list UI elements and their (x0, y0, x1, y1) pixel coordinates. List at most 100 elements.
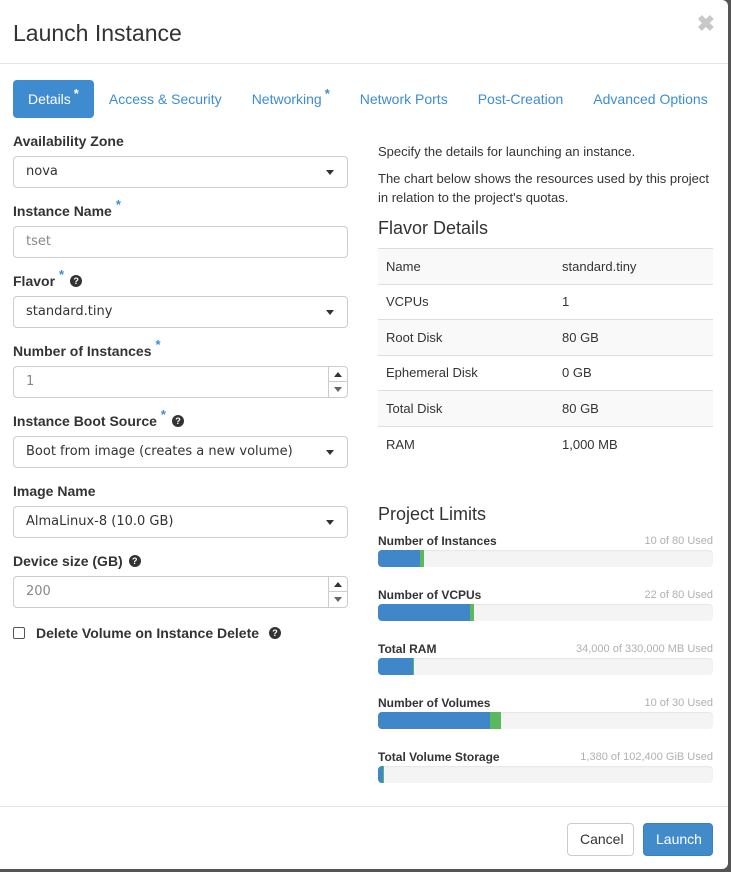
number-spinner (328, 367, 347, 397)
device-size-label: Device size (GB) ? (13, 550, 348, 572)
limit-progress-bar (378, 765, 713, 783)
flavor-value: 1 (562, 294, 570, 310)
decrement-button[interactable] (329, 382, 347, 397)
image-name-label: Image Name (13, 480, 348, 502)
close-icon[interactable]: ✖ (697, 12, 715, 36)
increment-button[interactable] (329, 367, 347, 382)
flavor-details-table: Name standard.tiny VCPUs 1 Root Disk 80 GB Eph… (378, 248, 713, 462)
cancel-button[interactable]: Cancel (567, 823, 634, 856)
limit-used-text: 10 of 80 Used (644, 534, 714, 547)
instance-name-input[interactable]: tset (13, 226, 348, 258)
boot-source-label: Instance Boot Source * ? (13, 407, 348, 432)
device-size-input[interactable]: 200 (13, 576, 348, 608)
required-asterisk: * (59, 267, 65, 282)
limit-used-segment (378, 603, 471, 621)
tab-details[interactable]: Details * (13, 80, 94, 118)
tab-post-creation[interactable]: Post-Creation (463, 80, 579, 118)
limit-used-text: 22 of 80 Used (644, 588, 714, 601)
boot-source-select[interactable]: Boot from image (creates a new volume) (13, 436, 348, 468)
tab-label: Post-Creation (477, 91, 564, 107)
select-value: AlmaLinux-8 (10.0 GB) (26, 514, 174, 529)
availability-zone-label: Availability Zone (13, 130, 348, 152)
flavor-key: VCPUs (386, 294, 429, 310)
decrement-button[interactable] (329, 592, 347, 607)
tab-label: Advanced Options (593, 91, 708, 107)
flavor-row: VCPUs 1 (378, 284, 713, 320)
image-name-group: Image Name AlmaLinux-8 (10.0 GB) (13, 480, 348, 538)
tab-advanced-options[interactable]: Advanced Options (578, 80, 722, 118)
delete-volume-label: Delete Volume on Instance Delete (36, 625, 260, 641)
flavor-key: Total Disk (386, 400, 443, 416)
question-circle-icon[interactable]: ? (171, 415, 184, 427)
flavor-value: 1,000 MB (562, 436, 618, 452)
tab-label: Access & Security (108, 91, 222, 107)
limit-used-segment (378, 657, 413, 675)
limit-header: Total RAM 34,000 of 330,000 MB Used (378, 641, 713, 657)
flavor-row: Name standard.tiny (378, 248, 713, 284)
delete-volume-checkbox[interactable] (13, 627, 25, 639)
limit-item: Total RAM 34,000 of 330,000 MB Used (378, 641, 713, 675)
required-asterisk: * (324, 86, 330, 101)
limit-name: Total Volume Storage (378, 749, 500, 764)
flavor-key: Root Disk (386, 329, 443, 345)
limit-added-segment (470, 603, 475, 621)
required-asterisk: * (155, 337, 161, 352)
tab-access-security[interactable]: Access & Security (94, 80, 237, 118)
flavor-select[interactable]: standard.tiny (13, 296, 348, 328)
limit-name: Number of Volumes (378, 695, 491, 710)
limit-used-text: 1,380 of 102,400 GiB Used (580, 750, 713, 763)
select-value: nova (26, 164, 58, 179)
limit-name: Total RAM (378, 641, 437, 656)
tab-label: Network Ports (359, 91, 448, 107)
limit-added-segment (489, 711, 501, 729)
launch-button[interactable]: Launch (643, 823, 713, 856)
input-value: 200 (26, 584, 51, 599)
flavor-row: Root Disk 80 GB (378, 319, 713, 355)
limit-added-segment (412, 657, 414, 675)
availability-zone-select[interactable]: nova (13, 156, 348, 188)
limit-item: Number of Volumes 10 of 30 Used (378, 695, 713, 729)
limit-header: Number of VCPUs 22 of 80 Used (378, 587, 713, 603)
caret-down-icon (326, 450, 334, 455)
limit-progress-bar (378, 603, 713, 621)
required-asterisk: * (73, 86, 79, 101)
label-text: Availability Zone (13, 133, 124, 149)
instance-name-label: Instance Name * (13, 197, 348, 222)
boot-source-group: Instance Boot Source * ? Boot from image… (13, 407, 348, 468)
flavor-key: Ephemeral Disk (386, 365, 478, 381)
label-text: Flavor (13, 273, 56, 289)
description-text: Specify the details for launching an ins… (378, 144, 636, 159)
label-text: Instance Name (13, 203, 112, 219)
limit-name: Number of VCPUs (378, 587, 482, 602)
question-circle-icon[interactable]: ? (269, 627, 282, 639)
input-value: 1 (26, 374, 35, 389)
image-name-select[interactable]: AlmaLinux-8 (10.0 GB) (13, 506, 348, 538)
limit-progress-bar (378, 549, 713, 567)
limit-item: Number of VCPUs 22 of 80 Used (378, 587, 713, 621)
number-of-instances-input[interactable]: 1 (13, 366, 348, 398)
limit-header: Total Volume Storage 1,380 of 102,400 GiB… (378, 749, 713, 765)
flavor-row: Total Disk 80 GB (378, 390, 713, 426)
caret-down-icon (326, 520, 334, 525)
limit-item: Total Volume Storage 1,380 of 102,400 GiB… (378, 749, 713, 783)
question-circle-icon[interactable]: ? (128, 555, 141, 567)
modal-title: Launch Instance (13, 20, 182, 46)
limit-item: Number of Instances 10 of 80 Used (378, 533, 713, 567)
details-form: Availability Zone nova Instance Name * t… (13, 130, 348, 642)
modal-footer: Cancel Launch (0, 806, 728, 869)
label-text: Number of Instances (13, 343, 152, 359)
caret-down-icon (326, 170, 334, 175)
limit-used-text: 34,000 of 330,000 MB Used (576, 642, 713, 655)
required-asterisk: * (115, 197, 121, 212)
number-spinner (328, 577, 347, 607)
limit-header: Number of Instances 10 of 80 Used (378, 533, 713, 549)
question-circle-icon[interactable]: ? (70, 275, 83, 287)
required-asterisk: * (160, 407, 166, 422)
label-text: Device size (GB) (13, 553, 123, 569)
increment-button[interactable] (329, 577, 347, 592)
availability-zone-group: Availability Zone nova (13, 130, 348, 188)
tab-networking[interactable]: Networking * (237, 80, 345, 118)
tab-network-ports[interactable]: Network Ports (345, 80, 463, 118)
wizard-tabs: Details * Access & Security Networking * N… (13, 80, 723, 118)
launch-instance-modal: Launch Instance ✖ Details * Access & Secu… (0, 0, 728, 869)
